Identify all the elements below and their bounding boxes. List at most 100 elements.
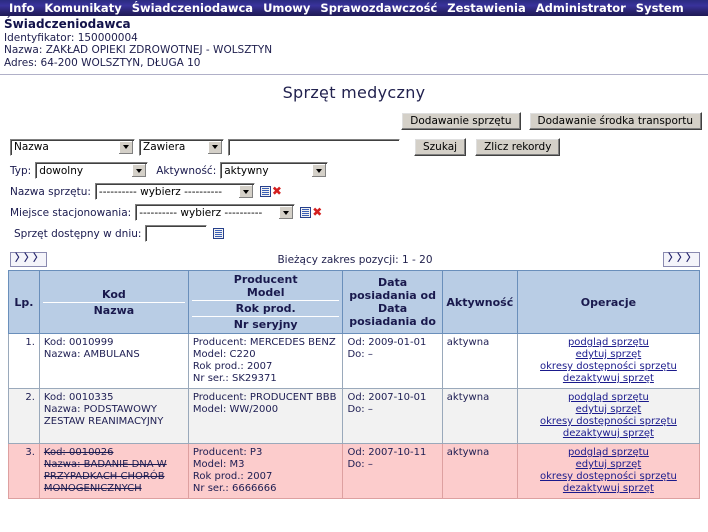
row-code-name: Kod: 0010026 Nazwa: BADANIE DNA W PRZYPA… — [38, 443, 189, 499]
row-dates: Od: 2007-10-11 Do: – — [342, 443, 443, 499]
link-edytuj-sprzet[interactable]: edytuj sprzęt — [522, 349, 695, 361]
row-operations: podgląd sprzętu edytuj sprzęt okresy dos… — [516, 388, 701, 444]
activity-select[interactable]: aktywny — [220, 162, 329, 179]
search-button[interactable]: Szukaj — [414, 138, 467, 156]
type-select-value: dowolny — [39, 164, 84, 177]
pagination-bar: 〉〉〉 Bieżący zakres pozycji: 1 - 20 〉〉〉 — [0, 246, 708, 270]
header-nazwa: Nazwa — [93, 303, 135, 317]
search-operator-select[interactable]: Zawiera — [139, 138, 224, 156]
header-aktywnosc: Aktywność — [441, 270, 518, 334]
row-data-do: Do: – — [347, 349, 373, 360]
row-data-od: Od: 2007-10-11 — [347, 447, 427, 458]
chevron-down-icon — [132, 164, 147, 177]
calendar-picker-icon[interactable] — [213, 228, 225, 239]
station-place-picker-icon[interactable] — [300, 207, 312, 218]
menu-item-umowy[interactable]: Umowy — [258, 1, 315, 15]
header-code-name: Kod Nazwa — [38, 270, 189, 334]
row-data-od: Od: 2009-01-01 — [347, 337, 427, 348]
row-aktywnosc: aktywna — [441, 333, 518, 389]
row-producent: Producent: PRODUCENT BBB — [192, 392, 337, 403]
row-producer-block: Producent: P3 Model: M3 Rok prod.: 2007 … — [187, 443, 344, 499]
chevron-down-icon — [119, 140, 133, 154]
row-producer-block: Producent: PRODUCENT BBB Model: WW/2000 — [187, 388, 344, 444]
equipment-table: Lp. Kod Nazwa Producent Model Rok prod. … — [8, 270, 701, 499]
link-dezaktywuj-sprzet[interactable]: dezaktywuj sprzęt — [522, 483, 695, 495]
type-activity-row: Typ: dowolny Aktywność: aktywny — [10, 162, 708, 179]
header-dates-block: Data posiadania od Data posiadania do — [342, 270, 443, 334]
link-edytuj-sprzet[interactable]: edytuj sprzęt — [522, 459, 695, 471]
pagination-prev-button[interactable]: 〉〉〉 — [10, 252, 47, 267]
row-code-name: Kod: 0010335 Nazwa: PODSTAWOWY ZESTAW RE… — [38, 388, 189, 444]
header-kod: Kod — [102, 287, 126, 301]
available-date-input[interactable] — [145, 225, 208, 242]
row-kod: Kod: 0010999 — [43, 337, 114, 348]
table-header-row: Lp. Kod Nazwa Producent Model Rok prod. … — [8, 270, 701, 334]
row-code-name: Kod: 0010999 Nazwa: AMBULANS — [38, 333, 189, 389]
station-place-select[interactable]: ---------- wybierz ---------- — [135, 204, 296, 221]
header-lp: Lp. — [8, 270, 40, 334]
link-podglad-sprzetu[interactable]: podgląd sprzętu — [522, 337, 695, 349]
row-kod: Kod: 0010026 — [43, 447, 114, 458]
row-dates: Od: 2009-01-01 Do: – — [342, 333, 443, 389]
link-okresy-dostepnosci[interactable]: okresy dostępności sprzętu — [522, 361, 695, 373]
row-kod: Kod: 0010335 — [43, 392, 114, 403]
menu-item-info[interactable]: Info — [4, 1, 39, 15]
row-rok: Rok prod.: 2007 — [192, 471, 273, 482]
table-row: 2. Kod: 0010335 Nazwa: PODSTAWOWY ZESTAW… — [8, 388, 701, 444]
add-equipment-button[interactable]: Dodawanie sprzętu — [401, 112, 521, 130]
equipment-name-label: Nazwa sprzętu: — [10, 185, 91, 198]
link-edytuj-sprzet[interactable]: edytuj sprzęt — [522, 404, 695, 416]
row-nazwa: Nazwa: BADANIE DNA W PRZYPADKACH CHORÓB … — [43, 459, 167, 494]
search-operator-select-value: Zawiera — [143, 141, 186, 153]
link-dezaktywuj-sprzet[interactable]: dezaktywuj sprzęt — [522, 373, 695, 385]
menu-item-administrator[interactable]: Administrator — [531, 1, 631, 15]
equipment-name-clear-icon[interactable]: ✖ — [272, 185, 282, 197]
search-input[interactable] — [228, 138, 400, 156]
row-aktywnosc: aktywna — [441, 388, 518, 444]
search-field-select[interactable]: Nazwa — [10, 138, 135, 156]
station-place-select-value: ---------- wybierz ---------- — [139, 206, 263, 219]
row-nazwa: Nazwa: AMBULANS — [43, 349, 140, 360]
type-select[interactable]: dowolny — [35, 162, 149, 179]
chevron-down-icon — [279, 206, 294, 219]
count-records-button[interactable]: Zlicz rekordy — [475, 138, 561, 156]
link-dezaktywuj-sprzet[interactable]: dezaktywuj sprzęt — [522, 428, 695, 440]
chevron-down-icon — [208, 140, 222, 154]
header-divider-line — [191, 316, 340, 317]
link-okresy-dostepnosci[interactable]: okresy dostępności sprzętu — [522, 471, 695, 483]
pagination-range-text: Bieżący zakres pozycji: 1 - 20 — [277, 253, 433, 266]
row-model: Model: WW/2000 — [192, 404, 279, 415]
row-model: Model: M3 — [192, 459, 245, 470]
row-dates: Od: 2007-10-01 Do: – — [342, 388, 443, 444]
chevron-down-icon — [312, 164, 327, 177]
station-place-clear-icon[interactable]: ✖ — [312, 206, 322, 218]
header-data-do-line2: posiadania do — [349, 315, 436, 328]
menu-item-sprawozdawczosc[interactable]: Sprawozdawczość — [315, 1, 442, 15]
header-rok-prod: Rok prod. — [235, 302, 296, 315]
row-index: 2. — [8, 388, 40, 444]
menu-item-komunikaty[interactable]: Komunikaty — [39, 1, 126, 15]
add-transport-button[interactable]: Dodawanie środka transportu — [528, 112, 702, 130]
menu-item-zestawienia[interactable]: Zestawienia — [442, 1, 531, 15]
pagination-next-button[interactable]: 〉〉〉 — [662, 252, 700, 267]
menu-item-swiadczeniodawca[interactable]: Świadczeniodawca — [127, 1, 258, 15]
provider-info-panel: Świadczeniodawca Identyfikator: 15000000… — [0, 16, 708, 71]
link-podglad-sprzetu[interactable]: podgląd sprzętu — [522, 447, 695, 459]
row-nr-ser: Nr ser.: 6666666 — [192, 483, 277, 494]
provider-identifier: Identyfikator: 150000004 — [4, 31, 138, 44]
link-okresy-dostepnosci[interactable]: okresy dostępności sprzętu — [522, 416, 695, 428]
equipment-name-picker-icon[interactable] — [259, 186, 271, 197]
page-title: Sprzęt medyczny — [282, 83, 426, 102]
search-primary-row: Nazwa Zawiera Szukaj Zlicz rekordy — [10, 138, 708, 156]
provider-address: Adres: 64-200 WOLSZTYN, DŁUGA 10 — [4, 56, 201, 69]
header-data-do-line1: Data — [378, 302, 408, 315]
activity-select-value: aktywny — [224, 164, 269, 177]
row-model: Model: C220 — [192, 349, 256, 360]
row-index: 3. — [8, 443, 40, 499]
equipment-name-select[interactable]: ---------- wybierz ---------- — [94, 183, 255, 200]
equipment-name-select-value: ---------- wybierz ---------- — [98, 185, 223, 198]
header-producer-block: Producent Model Rok prod. Nr seryjny — [187, 270, 344, 334]
menu-item-system[interactable]: System — [631, 1, 689, 15]
link-podglad-sprzetu[interactable]: podgląd sprzętu — [522, 392, 695, 404]
activity-label: Aktywność: — [156, 164, 217, 177]
